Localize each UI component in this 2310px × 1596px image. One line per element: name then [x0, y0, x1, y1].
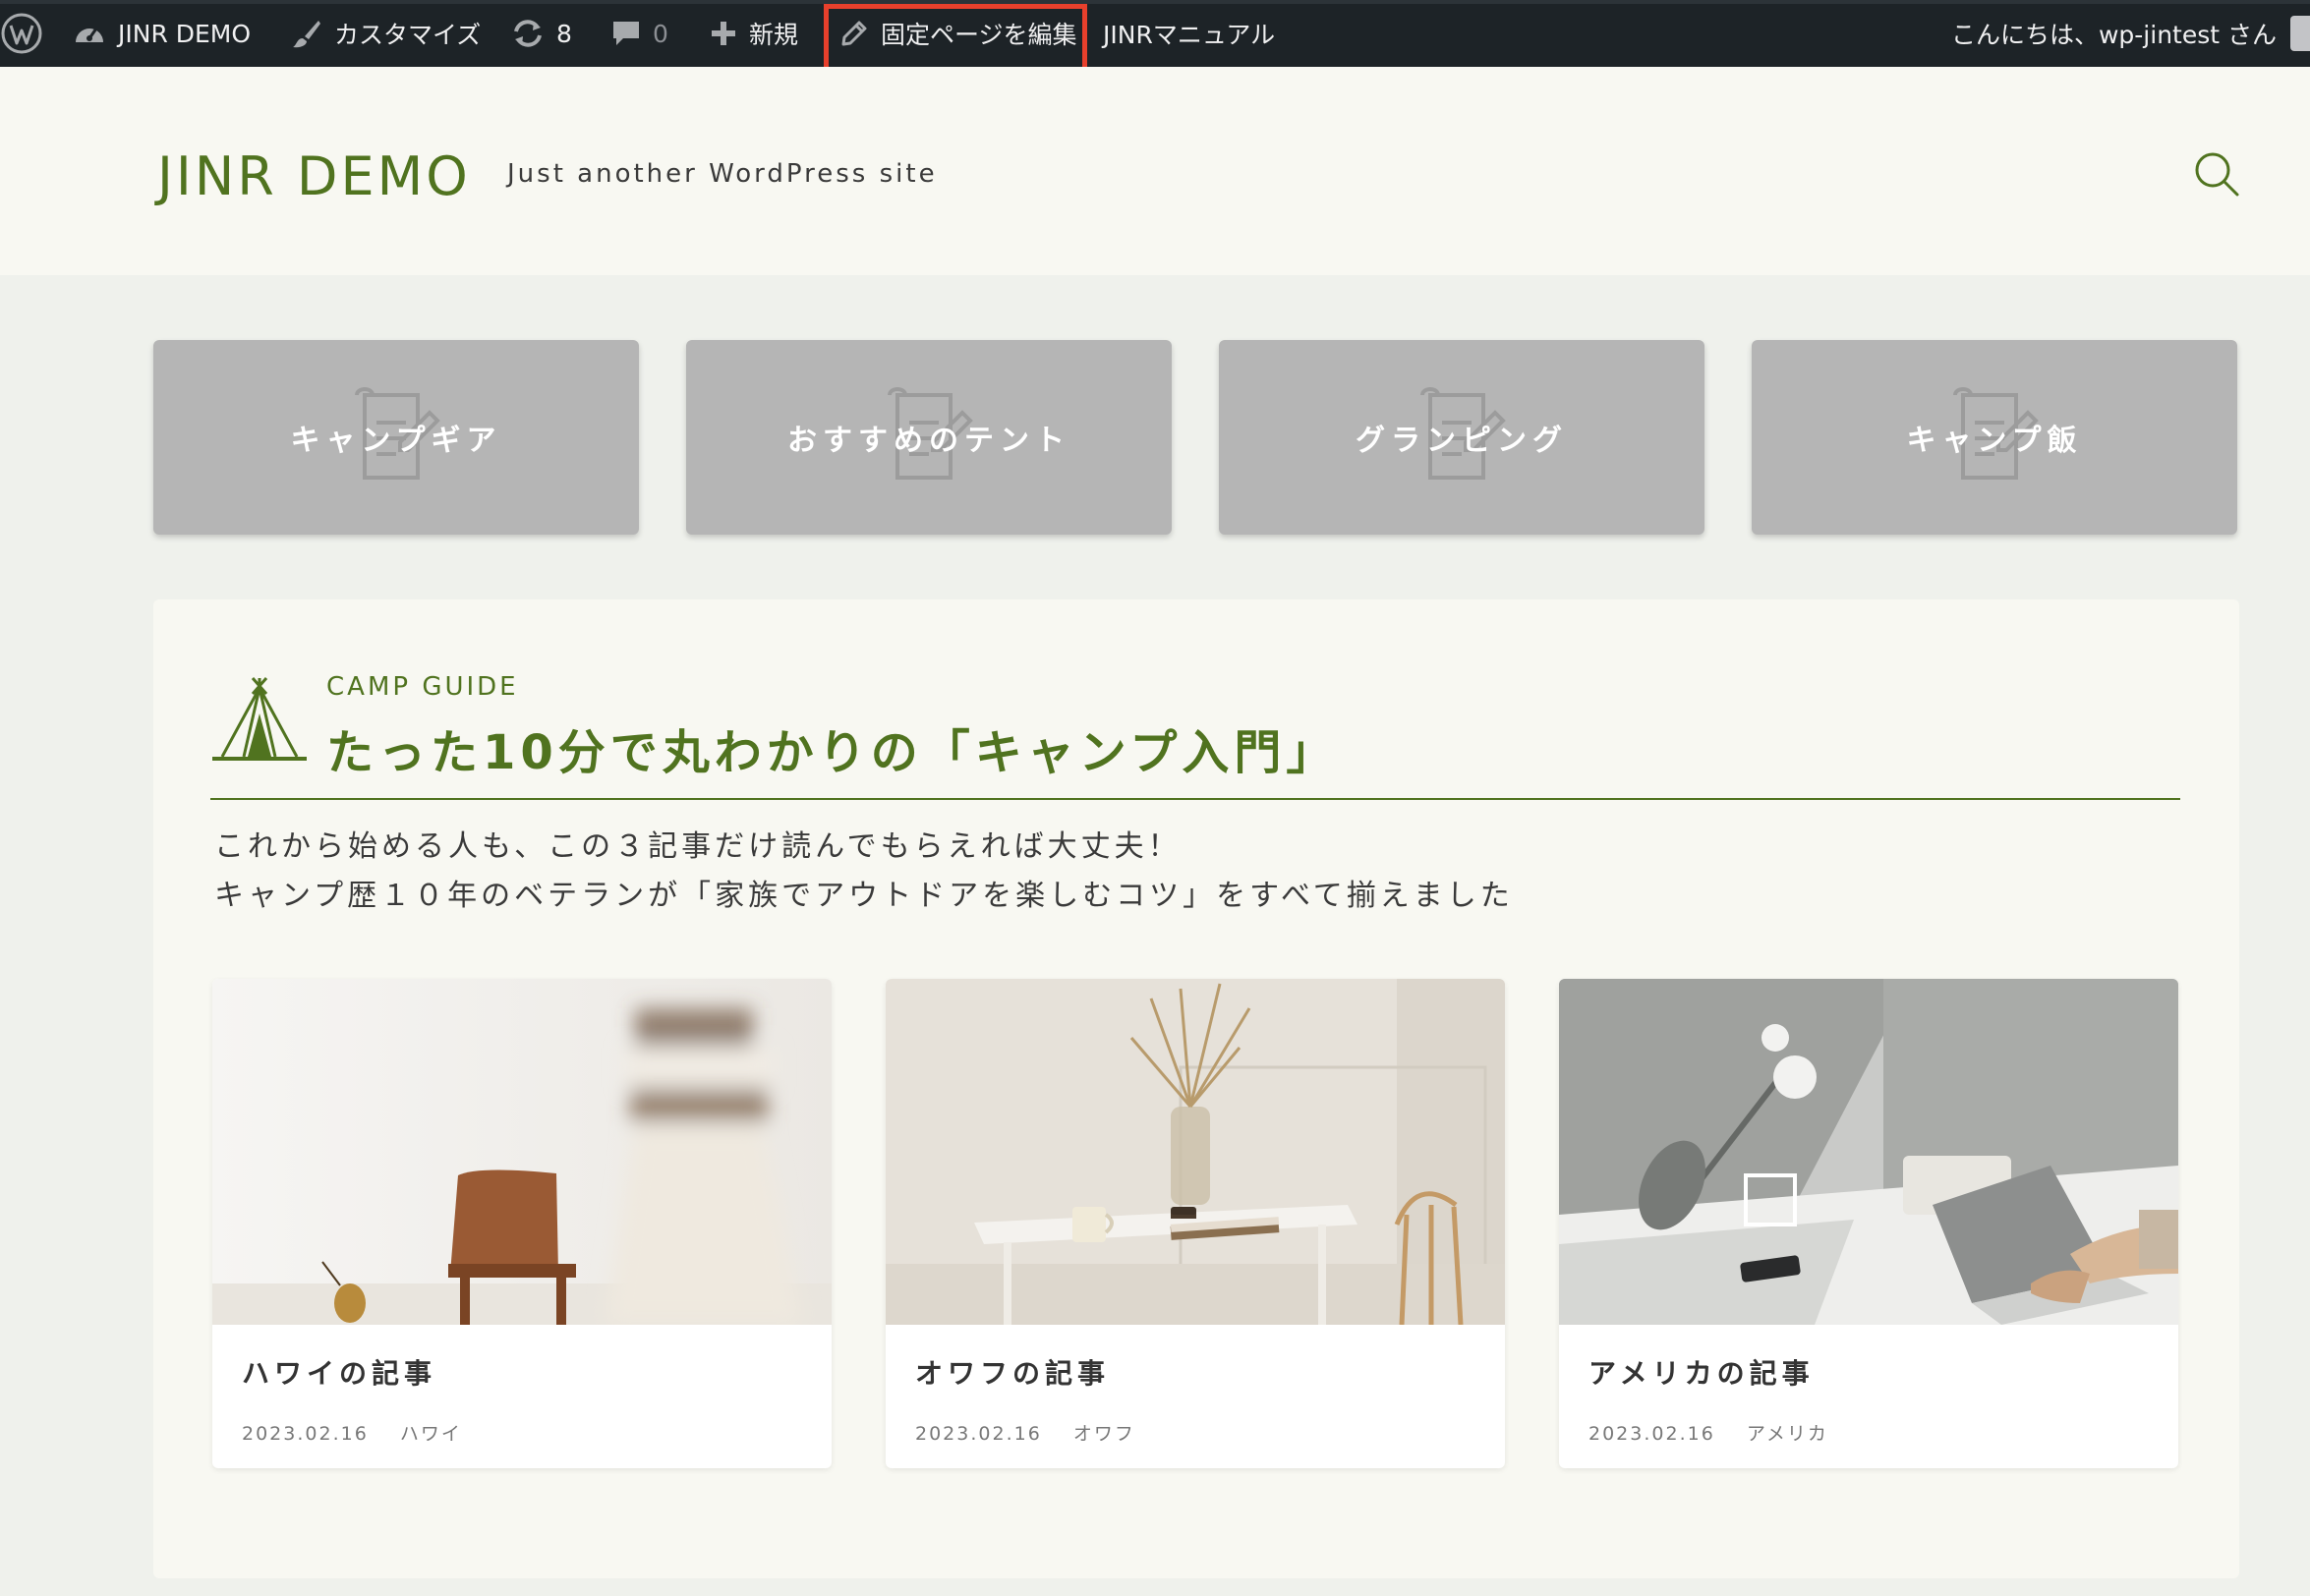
category-label: キャンプ飯: [1906, 424, 2083, 458]
customize-menu[interactable]: カスタマイズ: [291, 0, 481, 67]
article-meta: 2023.02.16 オワフ: [915, 1419, 1135, 1446]
article-category[interactable]: ハワイ: [400, 1423, 462, 1445]
article-thumbnail: [212, 979, 832, 1325]
updates-icon: [514, 20, 542, 47]
article-category[interactable]: アメリカ: [1747, 1423, 1828, 1445]
category-card-glamping[interactable]: グランピング: [1219, 340, 1704, 535]
comments-count: 0: [653, 19, 668, 48]
article-date: 2023.02.16: [1588, 1423, 1715, 1445]
plus-icon: [712, 22, 735, 45]
article-category[interactable]: オワフ: [1073, 1423, 1135, 1445]
admin-bar: JINR DEMO カスタマイズ 8 0 新規 固定ページを編集 JINRマニュ…: [0, 0, 2310, 67]
new-content-menu[interactable]: 新規: [710, 0, 798, 67]
site-header: JINR DEMO Just another WordPress site: [0, 67, 2310, 275]
comment-icon: [613, 22, 639, 45]
site-tagline: Just another WordPress site: [507, 159, 938, 189]
site-title[interactable]: JINR DEMO: [157, 145, 471, 207]
guide-divider: [210, 798, 2180, 800]
account-menu[interactable]: こんにちは、wp-jintest さん: [1951, 0, 2277, 67]
category-label: キャンプギア: [290, 424, 502, 458]
article-card-america[interactable]: アメリカの記事 2023.02.16 アメリカ: [1559, 979, 2178, 1468]
guide-heading: たった10分で丸わかりの「キャンプ入門」: [326, 725, 1339, 780]
article-title: アメリカの記事: [1588, 1357, 1815, 1390]
comments-menu[interactable]: 0: [611, 0, 668, 67]
article-card-oahu[interactable]: オワフの記事 2023.02.16 オワフ: [886, 979, 1505, 1468]
article-card-hawaii[interactable]: ハワイの記事 2023.02.16 ハワイ: [212, 979, 832, 1468]
category-label: おすすめのテント: [787, 424, 1070, 458]
article-title: ハワイの記事: [242, 1357, 437, 1390]
updates-menu[interactable]: 8: [511, 0, 572, 67]
manual-label: JINRマニュアル: [1103, 21, 1276, 49]
category-card-camp-food[interactable]: キャンプ飯: [1752, 340, 2237, 535]
article-meta: 2023.02.16 ハワイ: [242, 1419, 462, 1446]
paintbrush-icon: [293, 21, 320, 48]
updates-count: 8: [556, 19, 572, 48]
site-name-label: JINR DEMO: [118, 19, 252, 48]
customize-label: カスタマイズ: [334, 21, 482, 49]
article-thumbnail: [1559, 979, 2178, 1325]
guide-description-line: これから始める人も、この３記事だけ読んでもらえれば大丈夫！: [214, 829, 1182, 864]
site-name-menu[interactable]: JINR DEMO: [73, 0, 251, 67]
guide-kicker: CAMP GUIDE: [326, 672, 519, 702]
article-title: オワフの記事: [915, 1357, 1111, 1390]
greeting-label: こんにちは、wp-jintest さん: [1950, 21, 2277, 49]
wordpress-menu[interactable]: [0, 0, 43, 67]
article-thumbnail: [886, 979, 1505, 1325]
dashboard-icon: [76, 28, 103, 42]
avatar[interactable]: [2290, 16, 2310, 51]
manual-menu[interactable]: JINRマニュアル: [1103, 0, 1275, 67]
camp-guide-section: CAMP GUIDE たった10分で丸わかりの「キャンプ入門」 これから始める人…: [153, 599, 2239, 1578]
category-label: グランピング: [1356, 424, 1568, 458]
category-card-recommended-tents[interactable]: おすすめのテント: [686, 340, 1172, 535]
article-meta: 2023.02.16 アメリカ: [1588, 1419, 1828, 1446]
article-date: 2023.02.16: [242, 1423, 369, 1445]
category-card-camp-gear[interactable]: キャンプギア: [153, 340, 639, 535]
article-date: 2023.02.16: [915, 1423, 1042, 1445]
wordpress-logo-icon: [1, 13, 42, 54]
search-icon[interactable]: [2192, 149, 2241, 199]
tent-icon: [212, 677, 307, 761]
guide-description-line: キャンプ歴１０年のベテランが「家族でアウトドアを楽しむコツ」をすべて揃えました: [214, 879, 1514, 913]
new-label: 新規: [749, 21, 799, 49]
